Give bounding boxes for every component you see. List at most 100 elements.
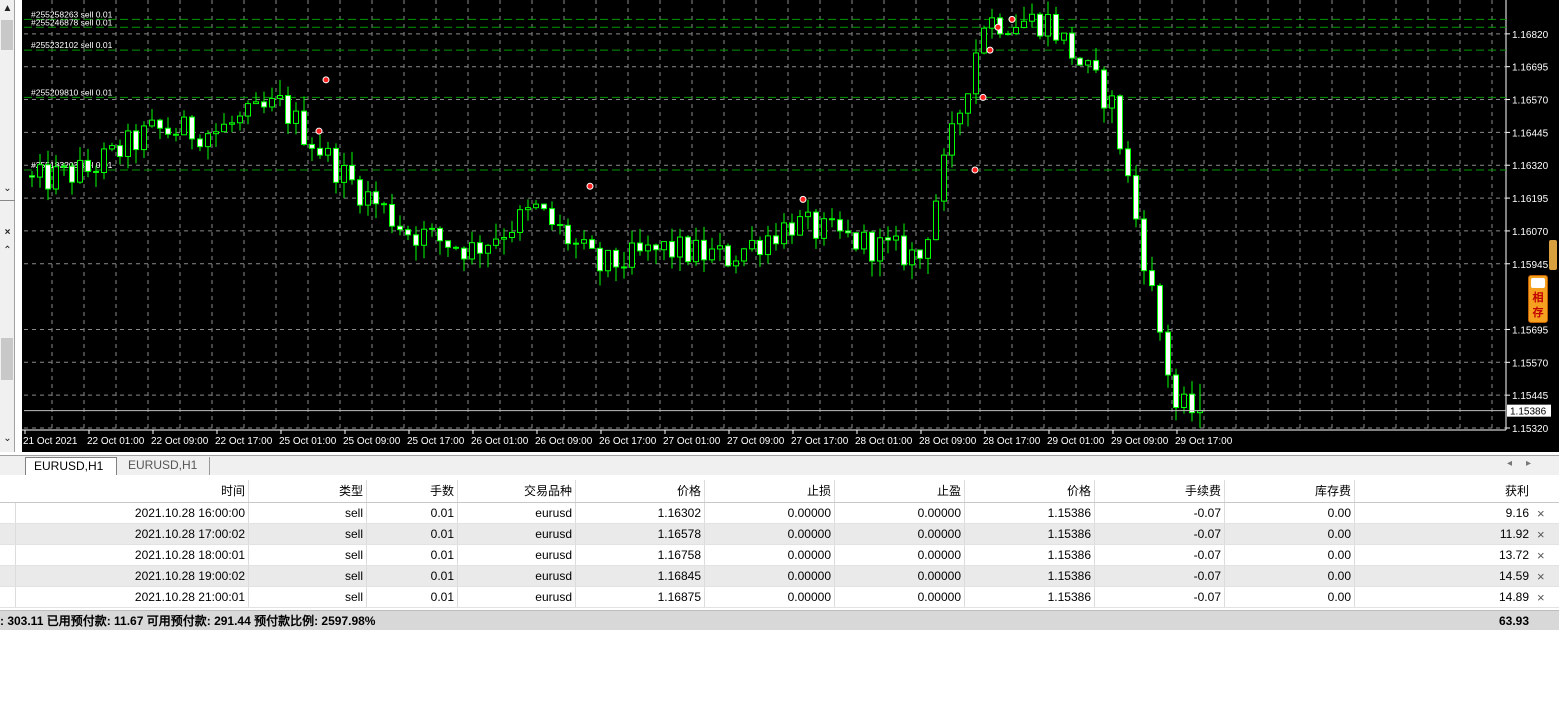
candle-body [1013,27,1019,35]
col-profit[interactable]: 获利 [1355,480,1532,502]
col-time[interactable]: 时间 [0,480,249,502]
time-tick-label: 27 Oct 17:00 [791,436,849,447]
candle-body [1189,393,1195,414]
table-header: 时间 类型 手数 交易品种 价格 止损 止盈 价格 手续费 库存费 获利 [0,480,1559,503]
trade-commission: -0.07 [1095,524,1225,544]
candle-body [205,133,211,148]
candle-body [197,138,203,148]
candle-body [957,112,963,125]
time-tick-label: 28 Oct 17:00 [983,436,1041,447]
trade-lots: 0.01 [367,503,458,523]
tab-eurusd-h1-active[interactable]: EURUSD,H1 [25,457,117,475]
col-swap[interactable]: 库存费 [1225,480,1355,502]
time-tick-label: 26 Oct 01:00 [471,436,529,447]
col-commission[interactable]: 手续费 [1095,480,1225,502]
row-marker [0,545,16,565]
candle-body [685,236,691,263]
candle-body [717,245,723,250]
candle-body [901,235,907,266]
tab-scroll-arrows[interactable]: ◂▸ [1507,458,1545,469]
price-tick-label: 1.16070 [1512,227,1549,238]
scrollbar-thumb[interactable] [1,20,13,50]
candle-body [141,125,147,151]
row-marker [0,503,16,523]
candle-body [725,245,731,267]
candle-body [477,242,483,254]
trade-tp: 0.00000 [835,545,965,565]
time-tick-label: 22 Oct 09:00 [151,436,209,447]
candle-body [925,239,931,259]
close-order-icon[interactable]: × [1537,503,1545,524]
col-open-price[interactable]: 价格 [576,480,705,502]
price-tick-label: 1.16195 [1512,194,1549,205]
price-tick-label: 1.15320 [1512,424,1549,435]
candle-body [821,218,827,239]
trade-price: 1.15386 [965,566,1095,586]
left-panel-strip: ▲ ⌄ × ⌃ ⌄ [0,0,15,452]
candle-body [213,131,219,135]
candle-body [173,133,179,136]
candle-body [1149,270,1155,287]
candle-body [645,244,651,252]
close-order-icon[interactable]: × [1537,545,1545,566]
candle-body [349,164,355,181]
candle-body [309,143,315,149]
time-tick-label: 29 Oct 09:00 [1111,436,1169,447]
col-tp[interactable]: 止盈 [835,480,965,502]
scroll-up-icon[interactable]: ▲ [0,2,15,16]
candle-body [853,232,859,250]
table-row[interactable]: 2021.10.28 16:00:00 sell 0.01 eurusd 1.16302… [0,503,1559,524]
trade-profit: 11.92 [1499,527,1529,541]
table-row[interactable]: 2021.10.28 17:00:02 sell 0.01 eurusd 1.16578… [0,524,1559,545]
price-tick-label: 1.16695 [1512,63,1549,74]
candle-body [45,164,51,190]
tab-eurusd-h1[interactable]: EURUSD,H1 [120,457,210,475]
table-row[interactable]: 2021.10.28 19:00:02 sell 0.01 eurusd 1.16845… [0,566,1559,587]
trade-sl: 0.00000 [705,524,835,544]
col-price[interactable]: 价格 [965,480,1095,502]
candle-body [293,110,299,124]
chevron-down-icon-2[interactable]: ⌄ [0,432,15,446]
candle-body [1061,32,1067,41]
col-symbol[interactable]: 交易品种 [458,480,576,502]
candle-body [357,179,363,206]
price-chart[interactable]: 1.16820 1.16695 1.16570 1.16445 1.16320 1.161… [22,0,1559,452]
candle-body [85,159,91,172]
candle-body [469,242,475,260]
candle-body [677,236,683,258]
close-icon[interactable]: × [0,226,15,240]
col-lots[interactable]: 手数 [367,480,458,502]
close-order-icon[interactable]: × [1537,524,1545,545]
trade-marker [322,76,330,84]
col-sl[interactable]: 止损 [705,480,835,502]
trade-time: 2021.10.28 19:00:02 [0,566,249,586]
candle-body [461,247,467,260]
close-order-icon[interactable]: × [1537,566,1545,587]
right-scroll-handle[interactable] [1549,240,1557,270]
chart-tab-bar: EURUSD,H1 EURUSD,H1 ◂▸ [0,455,1559,475]
trade-marker [315,127,323,135]
close-order-icon[interactable]: × [1537,587,1545,608]
row-marker [0,524,16,544]
trade-marker [979,93,987,101]
candle-body [1069,32,1075,59]
candle-body [1109,95,1115,109]
trade-tp: 0.00000 [835,524,965,544]
trade-type: sell [249,545,367,565]
trade-symbol: eurusd [458,524,576,544]
table-row[interactable]: 2021.10.28 18:00:01 sell 0.01 eurusd 1.16758… [0,545,1559,566]
trade-lots: 0.01 [367,566,458,586]
candlestick-chart[interactable]: 1.16820 1.16695 1.16570 1.16445 1.16320 1.161… [22,0,1559,452]
candle-body [541,203,547,210]
widget-icon [1531,278,1545,288]
scrollbar-thumb-2[interactable] [1,338,13,380]
col-type[interactable]: 类型 [249,480,367,502]
trade-commission: -0.07 [1095,587,1225,607]
chevron-down-icon[interactable]: ⌄ [0,182,15,196]
candle-body [549,208,555,226]
candle-body [285,95,291,124]
table-row[interactable]: 2021.10.28 21:00:01 sell 0.01 eurusd 1.16875… [0,587,1559,608]
trade-profit: 14.59 [1498,569,1529,583]
side-widget[interactable]: 相存 [1528,275,1548,323]
chevron-up-icon[interactable]: ⌃ [0,244,15,258]
